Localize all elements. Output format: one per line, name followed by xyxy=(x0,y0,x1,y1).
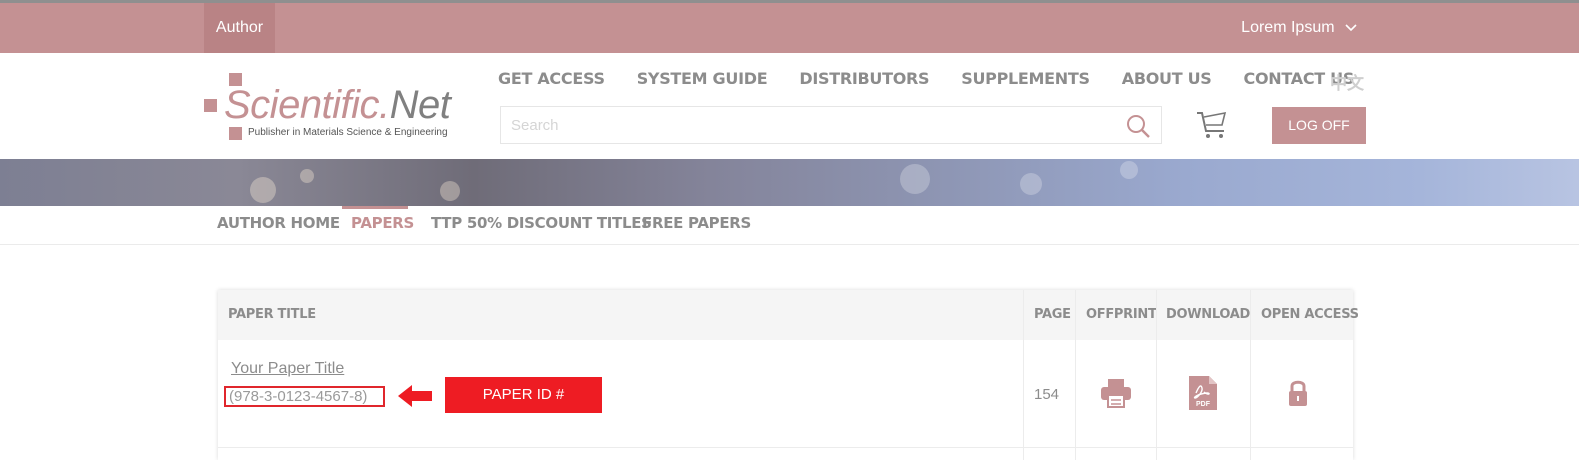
main-nav: GET ACCESS SYSTEM GUIDE DISTRIBUTORS SUP… xyxy=(498,69,1386,88)
papers-table: PAPER TITLE PAGE OFFPRINT DOWNLOAD OPEN … xyxy=(218,290,1359,460)
banner-bokeh xyxy=(440,181,460,201)
header-offprint: OFFPRINT xyxy=(1086,307,1157,322)
user-menu[interactable]: Lorem Ipsum xyxy=(1241,3,1357,53)
paper-id-annotation: PAPER ID # xyxy=(445,377,602,413)
svg-text:PDF: PDF xyxy=(1196,401,1211,408)
tab-ttp-discount-titles[interactable]: TTP 50% DISCOUNT TITLES xyxy=(431,214,652,232)
tab-free-papers[interactable]: FREE PAPERS xyxy=(642,214,751,232)
nav-about-us[interactable]: ABOUT US xyxy=(1122,69,1212,88)
cart-icon[interactable] xyxy=(1194,105,1230,141)
top-bar: Author Lorem Ipsum xyxy=(0,0,1579,53)
search-icon[interactable] xyxy=(1125,113,1151,139)
banner-bokeh xyxy=(1120,161,1138,179)
logo-brand-main: Scientific. xyxy=(224,83,390,127)
tab-author-home[interactable]: AUTHOR HOME xyxy=(217,214,340,232)
logo-tagline: Publisher in Materials Science & Enginee… xyxy=(248,127,448,138)
header-paper-title: PAPER TITLE xyxy=(228,307,316,322)
table-row: Your Paper Title (978-3-0123-4567-8) PAP… xyxy=(218,340,1353,448)
nav-system-guide[interactable]: SYSTEM GUIDE xyxy=(637,69,768,88)
active-tab-indicator xyxy=(342,206,408,209)
author-tab[interactable]: Author xyxy=(204,3,275,53)
user-name: Lorem Ipsum xyxy=(1241,19,1335,36)
table-header: PAPER TITLE PAGE OFFPRINT DOWNLOAD OPEN … xyxy=(218,290,1359,340)
sub-nav: AUTHOR HOME PAPERS TTP 50% DISCOUNT TITL… xyxy=(0,206,1579,245)
pdf-icon[interactable]: PDF xyxy=(1187,376,1219,410)
nav-supplements[interactable]: SUPPLEMENTS xyxy=(961,69,1090,88)
logo-square-left xyxy=(204,99,217,112)
paper-title-link[interactable]: Your Paper Title xyxy=(231,360,344,378)
logo-square-bottom xyxy=(229,127,242,140)
tab-papers[interactable]: PAPERS xyxy=(351,214,414,232)
logoff-button[interactable]: LOG OFF xyxy=(1272,107,1366,144)
header-open-access: OPEN ACCESS xyxy=(1261,307,1359,322)
header-page: PAGE xyxy=(1034,307,1071,322)
language-switch[interactable]: 中文 xyxy=(1330,69,1364,94)
arrow-left-icon xyxy=(398,385,432,407)
printer-icon[interactable] xyxy=(1100,377,1132,409)
chevron-down-icon xyxy=(1345,3,1357,53)
page-number: 154 xyxy=(1034,386,1060,403)
search-box xyxy=(500,106,1162,144)
banner-bokeh xyxy=(300,169,314,183)
nav-distributors[interactable]: DISTRIBUTORS xyxy=(799,69,929,88)
logo-brand-net: Net xyxy=(389,83,451,127)
paper-id: (978-3-0123-4567-8) xyxy=(224,386,385,407)
nav-get-access[interactable]: GET ACCESS xyxy=(498,69,605,88)
site-logo[interactable]: Scientific.Net Publisher in Materials Sc… xyxy=(204,71,466,143)
header-download: DOWNLOAD xyxy=(1166,307,1251,322)
site-header: Scientific.Net Publisher in Materials Sc… xyxy=(0,53,1579,159)
hero-banner xyxy=(0,159,1579,206)
logo-wordmark: Scientific.Net xyxy=(224,83,451,128)
banner-bokeh xyxy=(250,177,276,203)
search-input[interactable] xyxy=(511,107,1111,143)
banner-bokeh xyxy=(900,164,930,194)
banner-bokeh xyxy=(1020,173,1042,195)
lock-icon[interactable] xyxy=(1288,378,1308,408)
